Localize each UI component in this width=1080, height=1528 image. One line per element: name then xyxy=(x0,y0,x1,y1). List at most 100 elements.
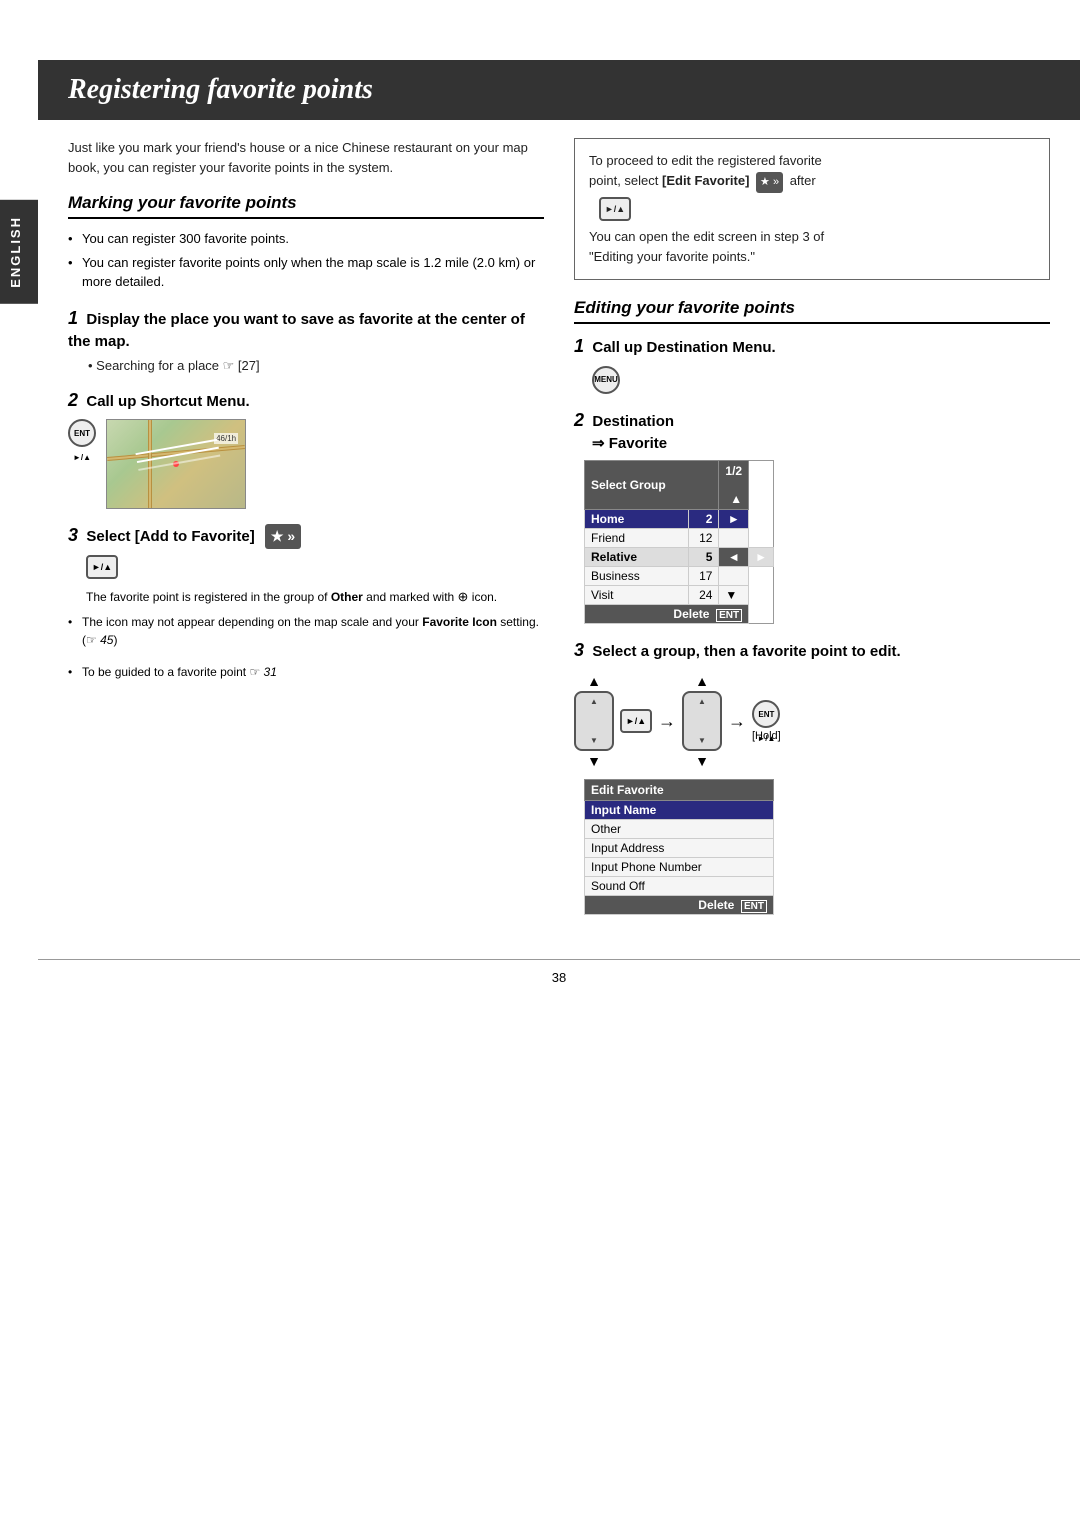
editing-section: Editing your favorite points 1 Call up D… xyxy=(574,298,1050,915)
info-ok-btn[interactable]: ►/▲ xyxy=(599,197,631,221)
marking-section: Marking your favorite points You can reg… xyxy=(68,193,544,681)
edit-delete-row: Delete ENT xyxy=(585,896,774,915)
title-bar: Registering favorite points xyxy=(38,60,1080,120)
edit-enter-icon: ENT xyxy=(741,900,767,913)
nav-joystick[interactable] xyxy=(574,691,614,751)
main-content: Just like you mark your friend's house o… xyxy=(38,120,1080,929)
menu-header-row: Select Group 1/2 ▲ xyxy=(585,460,774,509)
home-label: Home xyxy=(585,509,689,528)
friend-label: Friend xyxy=(585,528,689,547)
info-line1: To proceed to edit the registered favori… xyxy=(589,151,1035,171)
nav-right[interactable]: ► xyxy=(719,509,749,528)
header-left: Select Group xyxy=(591,478,666,492)
page-title: Registering favorite points xyxy=(68,74,373,106)
edit-step1-number: 1 xyxy=(574,336,584,356)
edit-row-input-name[interactable]: Input Name xyxy=(585,801,774,820)
edit-row-phone[interactable]: Input Phone Number xyxy=(585,858,774,877)
up-arrow-icon: ▲ xyxy=(587,673,601,689)
edit-step1-header: 1 Call up Destination Menu. xyxy=(574,334,1050,359)
hold-label: [Hold] xyxy=(752,730,781,742)
edit-step3-text: Select a group, then a favorite point to… xyxy=(592,643,900,660)
seq-ok[interactable]: ►/▲ xyxy=(620,709,652,733)
edit-step2-header: 2 Destination ⇒ Favorite xyxy=(574,408,1050,454)
star-add-btn[interactable]: ★ » xyxy=(265,524,301,550)
marking-step-3: 3 Select [Add to Favorite] ★ » ►/▲ The f… xyxy=(68,523,544,681)
nav-joystick-2[interactable] xyxy=(682,691,722,751)
step1-number: 1 xyxy=(68,308,78,328)
bullet-2: You can register favorite points only wh… xyxy=(68,253,544,292)
page: ENGLISH Registering favorite points Just… xyxy=(0,0,1080,1528)
step1-header: 1 Display the place you want to save as … xyxy=(68,306,544,352)
star-icon-info: ★ » xyxy=(756,173,787,188)
tab-label: ENGLISH xyxy=(8,216,23,288)
down-arrow-icon: ▼ xyxy=(587,753,601,769)
step2-text: Call up Shortcut Menu. xyxy=(86,393,249,410)
scroll-down-icon[interactable]: ▼ xyxy=(719,585,749,604)
ent-btn[interactable]: ENT►/▲ xyxy=(68,419,96,447)
edit-row-sound[interactable]: Sound Off xyxy=(585,877,774,896)
step2-number: 2 xyxy=(68,390,78,410)
map-screenshot: 46/1h xyxy=(106,419,246,509)
edit-row-input-address[interactable]: Input Address xyxy=(585,839,774,858)
ent-hold-btn[interactable]: ENT►/▲ xyxy=(752,700,780,728)
up-arrow-2-icon: ▲ xyxy=(695,673,709,689)
step1-sub-text: • Searching for a place ☞ [27] xyxy=(88,358,260,373)
nav-next[interactable]: ► xyxy=(749,547,774,566)
right-column: To proceed to edit the registered favori… xyxy=(574,120,1050,929)
editing-step-1: 1 Call up Destination Menu. MENU xyxy=(574,334,1050,393)
phone-label: Input Phone Number xyxy=(585,858,774,877)
step3-bullet1: The icon may not appear depending on the… xyxy=(68,613,544,649)
nav-prev[interactable]: ◄ xyxy=(719,547,749,566)
delete-bar[interactable]: Delete ENT xyxy=(585,604,749,623)
nav-device-wrapper: ▲ ▼ xyxy=(574,673,614,769)
edit-step2-number: 2 xyxy=(574,410,584,430)
step3-note1: The favorite point is registered in the … xyxy=(86,587,544,607)
header-right: 1/2 xyxy=(725,464,742,478)
page-indicator: 1/2 ▲ xyxy=(719,460,749,509)
seq-ok-btn: ►/▲ xyxy=(620,709,652,733)
menu-row-business[interactable]: Business 17 xyxy=(585,566,774,585)
visit-label: Visit xyxy=(585,585,689,604)
input-address-label: Input Address xyxy=(585,839,774,858)
ok-btn-step3[interactable]: ►/▲ xyxy=(86,555,118,579)
home-num: 2 xyxy=(689,509,719,528)
select-group-table: Select Group 1/2 ▲ Home 2 xyxy=(584,460,774,624)
english-tab: ENGLISH xyxy=(0,200,38,304)
ent-hold-wrapper: ENT►/▲ [Hold] xyxy=(752,700,781,742)
seq-arrow2: → xyxy=(728,711,746,732)
menu-row-friend[interactable]: Friend 12 xyxy=(585,528,774,547)
step2-visuals: ENT►/▲ 46/1h xyxy=(68,419,544,509)
down-arrow-2-icon: ▼ xyxy=(695,753,709,769)
menu-delete-row: Delete ENT xyxy=(585,604,774,623)
intro-text: Just like you mark your friend's house o… xyxy=(68,138,544,177)
edit-row-other[interactable]: Other xyxy=(585,820,774,839)
nav-device2-wrapper: ▲ ▼ xyxy=(682,673,722,769)
edit-delete-bar[interactable]: Delete ENT xyxy=(585,896,774,915)
select-group-menu: Select Group 1/2 ▲ Home 2 xyxy=(584,460,1050,624)
page-number-section: 38 xyxy=(38,959,1080,985)
left-column: Just like you mark your friend's house o… xyxy=(68,120,544,929)
business-num: 17 xyxy=(689,566,719,585)
step3-number: 3 xyxy=(68,525,78,545)
arrow-favorite: ⇒ Favorite xyxy=(592,435,667,452)
edit-step3-number: 3 xyxy=(574,640,584,660)
input-name-label: Input Name xyxy=(585,801,774,820)
other-label: Other xyxy=(585,820,774,839)
marking-heading: Marking your favorite points xyxy=(68,193,544,219)
step3-header: 3 Select [Add to Favorite] ★ » xyxy=(68,523,544,550)
menu-row-home[interactable]: Home 2 ► xyxy=(585,509,774,528)
edit-step1-btn: MENU xyxy=(592,366,1050,394)
edit-menu-header: Edit Favorite xyxy=(585,780,774,801)
info-after: after xyxy=(790,173,816,188)
edit-sequence: ▲ ▼ ►/▲ → ▲ ▼ xyxy=(574,673,1050,769)
scroll-up-icon[interactable]: ▲ xyxy=(730,492,742,506)
bullet-1: You can register 300 favorite points. xyxy=(68,229,544,249)
step2-header: 2 Call up Shortcut Menu. xyxy=(68,388,544,413)
menu-row-relative[interactable]: Relative 5 ◄ ► xyxy=(585,547,774,566)
menu-btn[interactable]: MENU xyxy=(592,366,620,394)
info-icon-row: ►/▲ xyxy=(599,197,1035,221)
edit-favorite-menu: Edit Favorite Input Name Other Input Add… xyxy=(584,779,1050,915)
marking-step-2: 2 Call up Shortcut Menu. ENT►/▲ xyxy=(68,388,544,509)
menu-row-visit[interactable]: Visit 24 ▼ xyxy=(585,585,774,604)
info-box: To proceed to edit the registered favori… xyxy=(574,138,1050,280)
